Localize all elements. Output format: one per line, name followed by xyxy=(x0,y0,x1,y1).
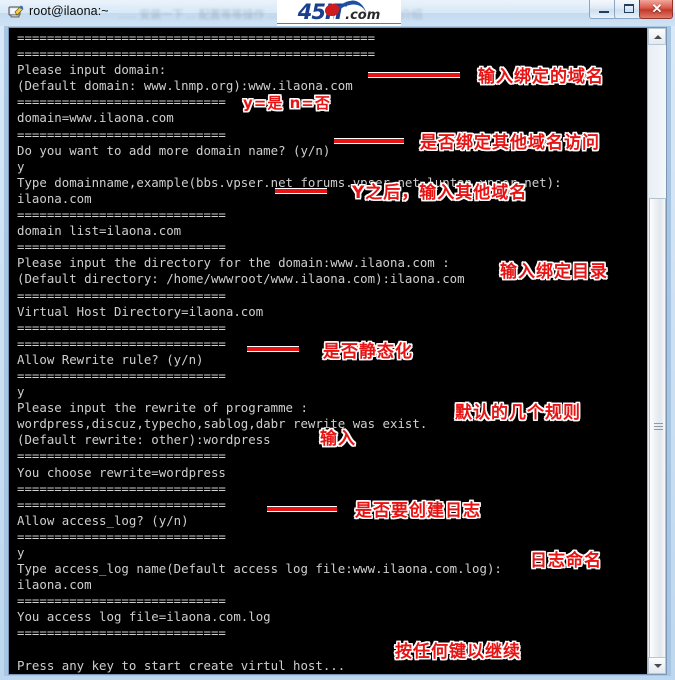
annotation-label-a5: 输入绑定目录 xyxy=(500,262,608,282)
annotation-dash-a6 xyxy=(247,346,299,352)
annotation-label-a10: 日志命名 xyxy=(530,551,602,571)
scroll-thumb[interactable] xyxy=(649,198,666,658)
terminal-scrollbar[interactable] xyxy=(647,28,666,674)
annotation-dash-a4 xyxy=(275,188,327,194)
annotation-label-a3: 是否绑定其他域名访问 xyxy=(420,133,600,153)
scroll-down-arrow-icon[interactable] xyxy=(648,657,666,674)
annotation-label-a8: 输入 xyxy=(320,429,356,449)
putty-terminal-icon xyxy=(7,4,24,21)
annotation-label-a7: 默认的几个规则 xyxy=(455,403,581,423)
annotation-dash-a3 xyxy=(334,138,404,144)
annotation-label-a4: Y之后，输入其他域名 xyxy=(352,183,528,203)
annotation-label-a6: 是否静态化 xyxy=(323,342,413,362)
window-title: root@ilaona:~ xyxy=(29,4,109,18)
close-icon: ✕ xyxy=(651,1,663,16)
annotation-label-a2: y=是 n=否 xyxy=(243,94,331,112)
minimize-icon xyxy=(590,0,617,18)
terminal-window: root@ilaona:~ ...... 安装一下 ... 配置等等操作 ...… xyxy=(0,0,675,680)
maximize-icon xyxy=(615,0,642,18)
annotation-label-a11: 按任何键以继续 xyxy=(395,642,521,662)
scroll-up-arrow-icon[interactable] xyxy=(648,28,666,45)
annotation-label-a1: 输入绑定的域名 xyxy=(478,67,604,87)
annotation-dash-a9 xyxy=(267,506,337,512)
scroll-grip-icon xyxy=(654,423,663,430)
close-button[interactable]: ✕ xyxy=(639,0,673,19)
annotation-dash-a1 xyxy=(368,72,460,78)
annotation-label-a9: 是否要创建日志 xyxy=(355,501,481,521)
